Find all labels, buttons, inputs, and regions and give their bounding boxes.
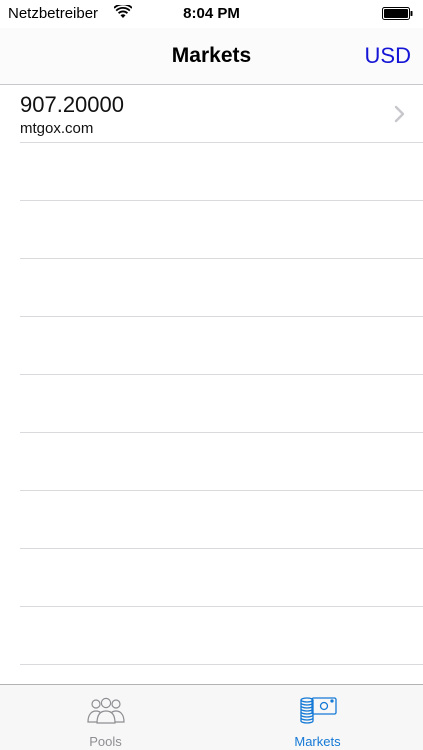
- tab-pools-label: Pools: [89, 734, 122, 749]
- empty-row: [20, 375, 423, 433]
- status-bar: Netzbetreiber 8:04 PM: [0, 0, 423, 28]
- navigation-bar: Markets USD: [0, 28, 423, 85]
- empty-row: [20, 549, 423, 607]
- currency-button[interactable]: USD: [365, 43, 411, 69]
- battery-icon: [382, 7, 413, 20]
- tab-bar: Pools Markets: [0, 684, 423, 750]
- coins-banknote-icon: [299, 697, 337, 724]
- empty-row: [20, 317, 423, 375]
- market-row[interactable]: 907.20000 mtgox.com: [20, 85, 423, 143]
- page-title: Markets: [171, 44, 252, 67]
- empty-row: [20, 143, 423, 201]
- empty-row: [20, 201, 423, 259]
- empty-row: [20, 491, 423, 549]
- empty-row: [20, 433, 423, 491]
- tab-markets-label: Markets: [294, 734, 341, 749]
- tab-markets[interactable]: Markets: [212, 685, 423, 750]
- markets-table: 907.20000 mtgox.com: [0, 85, 423, 684]
- tab-pools[interactable]: Pools: [0, 685, 211, 750]
- chevron-right-icon: [394, 105, 405, 123]
- market-source: mtgox.com: [20, 120, 94, 137]
- market-price: 907.20000: [20, 92, 124, 117]
- clock: 8:04 PM: [183, 5, 240, 22]
- people-icon: [86, 697, 125, 724]
- empty-row: [20, 259, 423, 317]
- empty-row: [20, 607, 423, 665]
